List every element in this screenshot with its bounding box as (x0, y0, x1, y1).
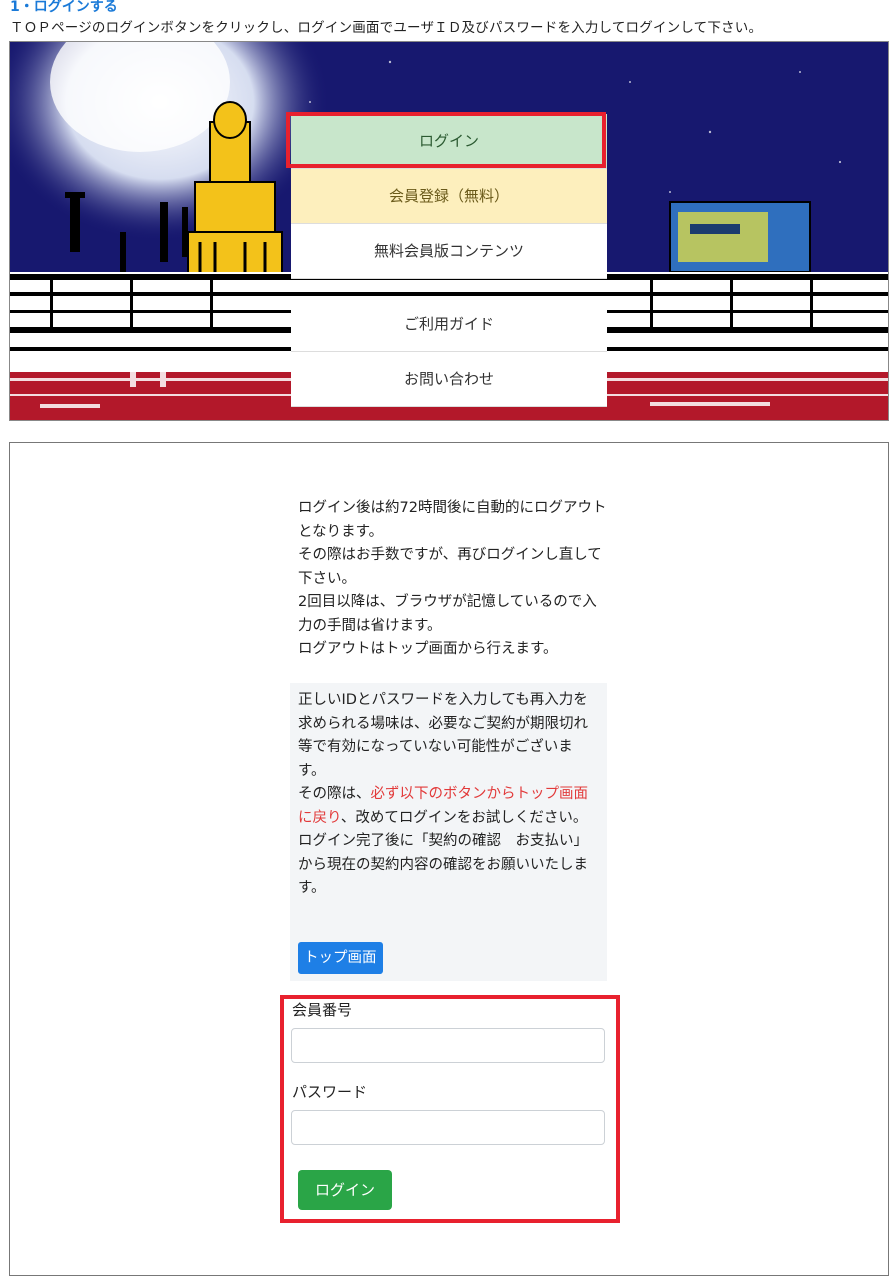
warning-suffix: 、改めてログインをお試しください。 (340, 809, 588, 826)
menu-item-guide[interactable]: ご利用ガイド (291, 297, 607, 352)
menu-item-contact[interactable]: お問い合わせ (291, 352, 607, 407)
relogin-warning-box: 正しいIDとパスワードを入力しても再入力を求められる場味は、必要なご契約が期限切… (290, 683, 607, 981)
login-button[interactable]: ログイン (298, 1170, 392, 1210)
menu-item-free-contents[interactable]: 無料会員版コンテンツ (291, 224, 607, 279)
notice-line: 2回目以降は、ブラウザが記憶しているので入力の手間は省けます。 (298, 594, 597, 634)
menu-gap (291, 279, 607, 297)
member-number-label: 会員番号 (292, 1001, 353, 1019)
password-input[interactable] (291, 1110, 605, 1145)
notice-line: その際はお手数ですが、再びログインし直して下さい。 (298, 547, 602, 587)
member-number-input[interactable] (291, 1028, 605, 1063)
notice-line: ログイン後は約72時間後に自動的にログアウトとなります。 (298, 500, 607, 540)
warning-line: 正しいIDとパスワードを入力しても再入力を求められる場味は、必要なご契約が期限切… (298, 692, 588, 779)
warning-line-return: その際は、必ず以下のボタンからトップ画面に戻り、改めてログインをお試しください。 (298, 783, 599, 830)
warning-prefix: その際は、 (298, 786, 371, 802)
step-title: 1・ログインする (10, 0, 118, 15)
menu-item-register[interactable]: 会員登録（無料） (291, 169, 607, 224)
top-page-screenshot: ログイン 会員登録（無料） 無料会員版コンテンツ ご利用ガイド お問い合わせ (9, 41, 889, 421)
top-page-button[interactable]: トップ画面 (298, 942, 383, 974)
notice-line: ログアウトはトップ画面から行えます。 (298, 641, 558, 657)
login-menu-highlight (286, 112, 606, 168)
login-page-screenshot: ログイン後は約72時間後に自動的にログアウトとなります。 その際はお手数ですが、… (9, 442, 889, 1276)
warning-line: ログイン完了後に「契約の確認 お支払い」から現在の契約内容の確認をお願いいたしま… (298, 833, 588, 896)
logout-notice: ログイン後は約72時間後に自動的にログアウトとなります。 その際はお手数ですが、… (298, 497, 608, 662)
password-label: パスワード (292, 1083, 368, 1101)
step-instruction: ＴＯＰページのログインボタンをクリックし、ログイン画面でユーザＩＤ及びパスワード… (10, 20, 763, 36)
